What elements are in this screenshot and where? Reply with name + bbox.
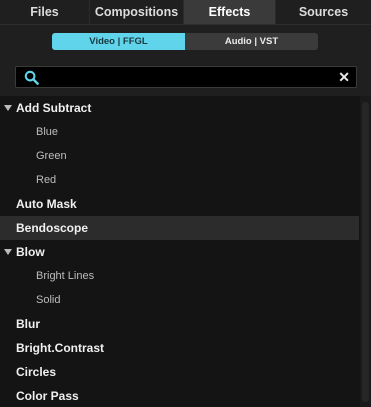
scrollbar[interactable] — [360, 96, 371, 407]
tab-effects[interactable]: Effects — [184, 0, 276, 24]
tree-item-label: Blur — [16, 317, 40, 331]
tree-group-item[interactable]: Blow — [0, 240, 359, 264]
tree-child-item[interactable]: Red — [0, 168, 359, 192]
tree-item-label: Green — [36, 150, 67, 162]
tree-item-label: Bendoscope — [16, 221, 89, 235]
search-icon — [24, 70, 39, 85]
tab-sources[interactable]: Sources — [276, 0, 371, 24]
tree-item[interactable]: Auto Mask — [0, 192, 359, 216]
tree-item-label: Solid — [36, 294, 61, 306]
search-field: ✕ — [15, 66, 357, 88]
tree-item-label: Blow — [16, 245, 45, 259]
audio-vst-toggle[interactable]: Audio | VST — [185, 33, 318, 50]
tree-item-label: Bright.Contrast — [16, 341, 104, 355]
expand-triangle-icon[interactable] — [4, 105, 12, 111]
tree-item-label: Circles — [16, 365, 57, 379]
tree-item[interactable]: Color Pass — [0, 384, 359, 407]
tree-item-label: Auto Mask — [16, 197, 77, 211]
search-input[interactable] — [46, 68, 330, 88]
filter-bar: Video | FFGL Audio | VST — [0, 25, 371, 58]
tree-item[interactable]: Circles — [0, 360, 359, 384]
tree-item[interactable]: Blur — [0, 312, 359, 336]
tree-item[interactable]: Bright.Contrast — [0, 336, 359, 360]
effects-list: Add Subtract Blue Green Red Auto Mask Bendosc… — [0, 96, 371, 407]
tree-item-label: Red — [36, 174, 57, 186]
effect-type-segmented-control: Video | FFGL Audio | VST — [52, 33, 318, 50]
tab-bar: Files Compositions Effects Sources — [0, 0, 371, 25]
tab-files[interactable]: Files — [0, 0, 90, 24]
tree-group-item[interactable]: Add Subtract — [0, 96, 359, 120]
tree-item-label: Add Subtract — [16, 101, 92, 115]
tree-child-item[interactable]: Solid — [0, 288, 359, 312]
tree-item-label: Blue — [36, 126, 59, 138]
tree-child-item[interactable]: Green — [0, 144, 359, 168]
close-icon[interactable]: ✕ — [338, 68, 350, 86]
tab-compositions[interactable]: Compositions — [90, 0, 184, 24]
expand-triangle-icon[interactable] — [4, 249, 12, 255]
tree-item-label: Bright Lines — [36, 270, 95, 282]
tree-item-label: Color Pass — [16, 389, 79, 403]
video-ffgl-toggle[interactable]: Video | FFGL — [52, 33, 185, 50]
tree-item[interactable]: Bendoscope — [0, 216, 359, 240]
tree-child-item[interactable]: Blue — [0, 120, 359, 144]
search-bar: ✕ — [0, 58, 371, 96]
tree-child-item[interactable]: Bright Lines — [0, 264, 359, 288]
scrollbar-thumb[interactable] — [362, 102, 369, 402]
